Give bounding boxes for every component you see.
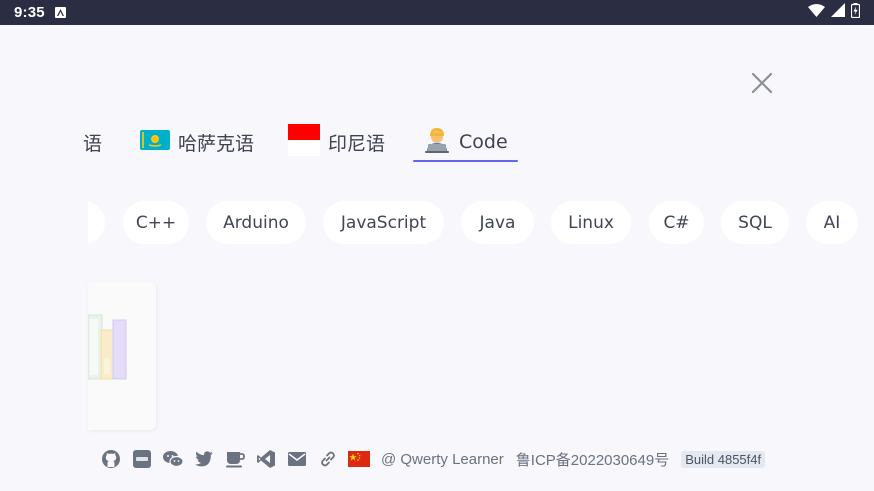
chip-label: AI (823, 212, 841, 233)
status-bar: 9:35 (0, 0, 874, 25)
footer-credit[interactable]: @ Qwerty Learner (381, 451, 504, 468)
book-stack-illustration (88, 314, 127, 380)
chip-csharp[interactable]: C# (649, 201, 704, 244)
chip-cpp[interactable]: C++ (123, 201, 189, 244)
tab-code[interactable]: Code (413, 122, 518, 162)
chip-label: C# (663, 212, 690, 233)
chip-label: SQL (738, 212, 772, 233)
tab-label: 哈萨克语 (178, 132, 255, 155)
close-button[interactable] (748, 71, 776, 99)
chip-sql[interactable]: SQL (721, 201, 789, 244)
technologist-icon (423, 126, 451, 159)
battery-icon (850, 2, 861, 23)
tab-partial-language[interactable]: 语 (83, 122, 113, 162)
tab-active-indicator (413, 160, 518, 162)
status-time: 9:35 (14, 4, 45, 21)
footer-icp[interactable]: 鲁ICP备2022030649号 (516, 449, 669, 470)
github-icon[interactable] (100, 448, 122, 470)
twitter-icon[interactable] (193, 448, 215, 470)
tab-indonesian[interactable]: 印尼语 (288, 122, 385, 162)
indonesia-flag-icon (288, 123, 321, 161)
tab-label: 印尼语 (328, 132, 386, 155)
signal-icon (831, 3, 845, 22)
chip-javascript[interactable]: JavaScript (323, 201, 444, 244)
kazakhstan-flag-icon (140, 129, 170, 155)
link-icon[interactable] (317, 448, 339, 470)
discord-icon[interactable] (131, 448, 153, 470)
build-badge: Build 4855f4f (681, 450, 766, 468)
coffee-icon[interactable] (224, 448, 246, 470)
category-chips: C++ Arduino JavaScript Java Linux C# SQL… (88, 201, 874, 244)
notification-icon (54, 7, 66, 18)
wifi-icon (808, 3, 825, 22)
mail-icon[interactable] (286, 448, 308, 470)
chip-linux[interactable]: Linux (551, 201, 631, 244)
chip-arduino[interactable]: Arduino (206, 201, 306, 244)
language-tabs: 语 哈萨克语 印尼语 Code (83, 122, 518, 162)
vscode-icon[interactable] (255, 448, 277, 470)
chip-label: C++ (135, 212, 177, 233)
chip-label: Java (479, 212, 516, 233)
chip-partial[interactable] (88, 201, 105, 244)
tab-kazakh[interactable]: 哈萨克语 (140, 122, 254, 162)
close-icon (751, 72, 773, 98)
tab-label: Code (459, 131, 508, 153)
chip-label: Linux (568, 212, 614, 233)
wechat-icon[interactable] (162, 448, 184, 470)
chip-java[interactable]: Java (461, 201, 534, 244)
dictionary-card[interactable] (88, 282, 156, 430)
china-flag-icon[interactable] (348, 448, 370, 470)
chip-label: JavaScript (340, 212, 427, 233)
chip-ai[interactable]: AI (806, 201, 858, 244)
tab-label: 语 (83, 132, 103, 155)
chip-label: Arduino (223, 212, 289, 233)
footer: @ Qwerty Learner 鲁ICP备2022030649号 Build … (100, 448, 766, 470)
